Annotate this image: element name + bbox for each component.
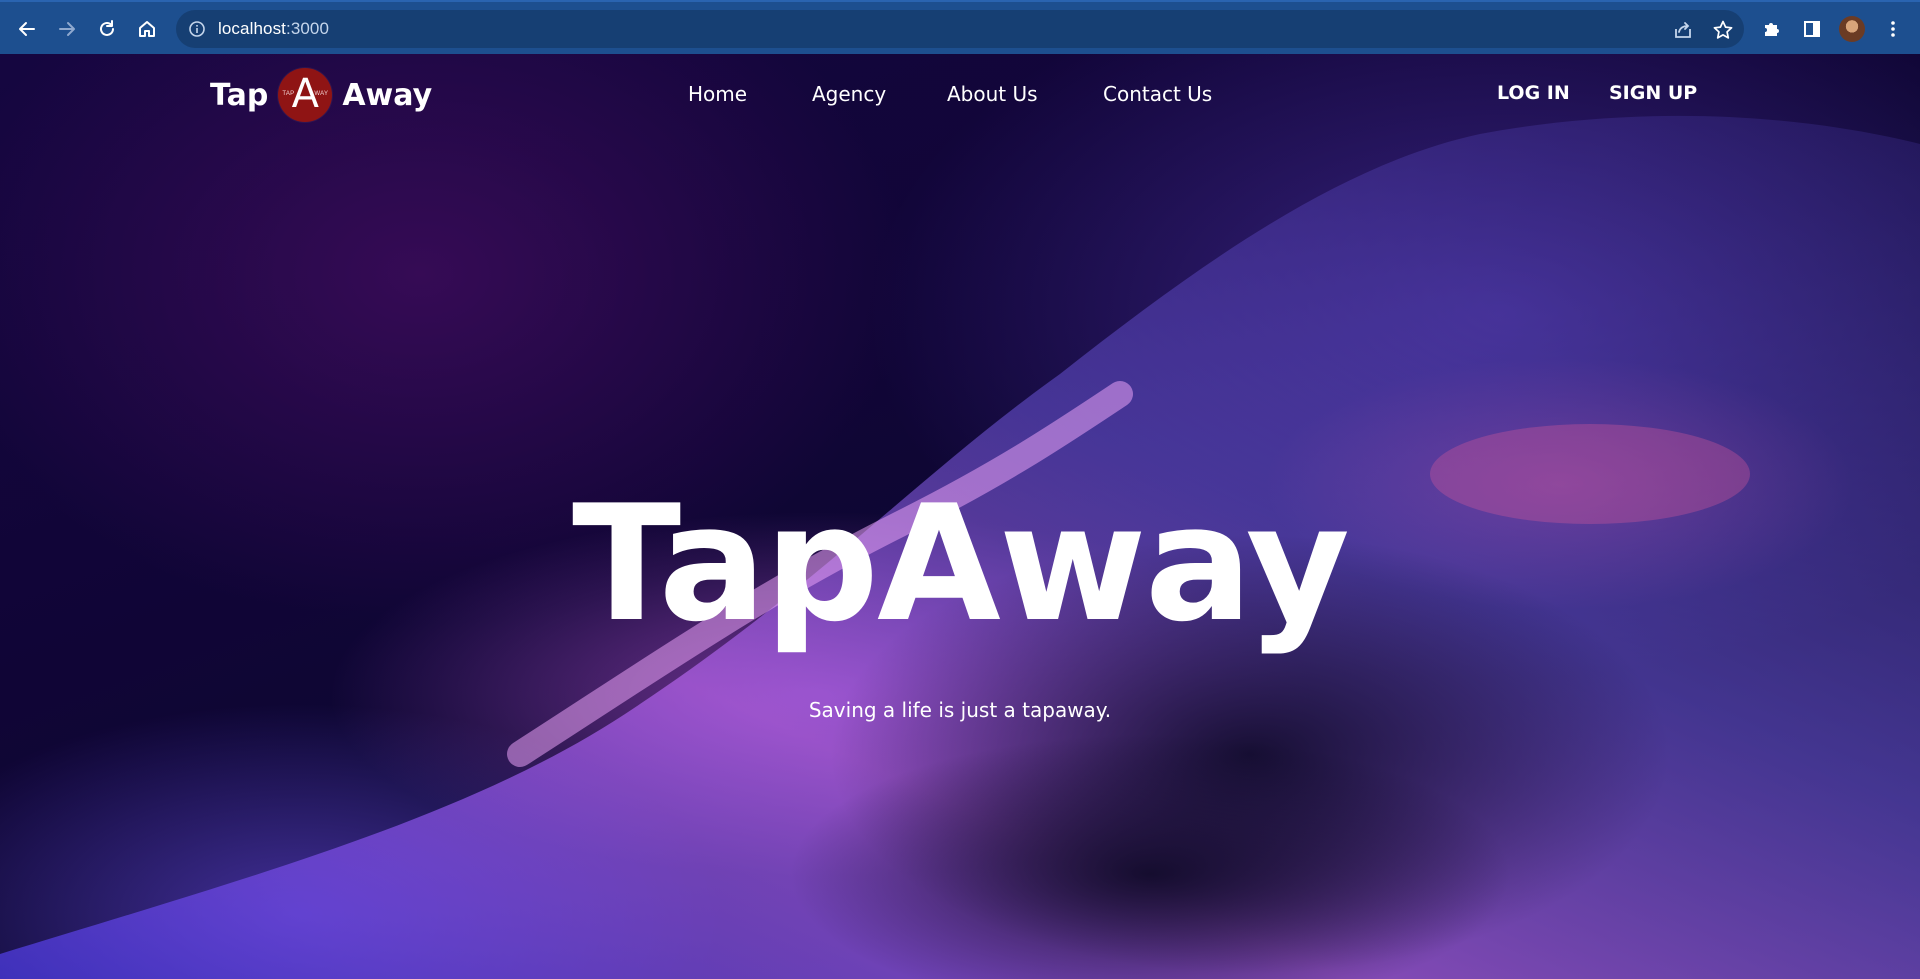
brand-text-right: Away	[342, 77, 433, 113]
url-host: localhost	[218, 19, 286, 38]
side-panel-button[interactable]	[1797, 14, 1827, 44]
browser-menu-button[interactable]	[1878, 14, 1908, 44]
login-button[interactable]: LOG IN	[1497, 82, 1570, 104]
brand-text-left: Tap	[210, 77, 269, 113]
star-icon[interactable]	[1712, 19, 1734, 41]
signup-button[interactable]: SIGN UP	[1609, 82, 1697, 104]
url-text: localhost:3000	[218, 19, 329, 39]
puzzle-icon	[1765, 23, 1779, 36]
info-icon[interactable]	[188, 20, 206, 38]
hero-subtitle: Saving a life is just a tapaway.	[808, 698, 1112, 722]
url-port: :3000	[286, 19, 330, 38]
share-icon[interactable]	[1672, 19, 1694, 41]
arrow-right-icon	[59, 22, 75, 36]
nav-link-agency[interactable]: Agency	[812, 82, 886, 106]
extensions-button[interactable]	[1756, 14, 1786, 44]
brand-logo-link[interactable]: Tap A TAP WAY Away	[210, 66, 432, 124]
reload-button[interactable]	[92, 14, 122, 44]
side-panel-icon	[1804, 21, 1820, 37]
logo-badge: A TAP WAY	[278, 68, 333, 122]
arrow-left-icon	[19, 22, 35, 36]
home-icon	[139, 21, 155, 37]
nav-link-contact-us[interactable]: Contact Us	[1103, 82, 1212, 106]
browser-toolbar: localhost:3000	[0, 0, 1920, 54]
logo-small-right: WAY	[314, 91, 329, 97]
logo-small-left: TAP	[282, 91, 295, 97]
avatar[interactable]	[1839, 16, 1865, 42]
address-bar[interactable]: localhost:3000	[176, 10, 1744, 48]
nav-link-home[interactable]: Home	[688, 82, 747, 106]
nav-link-about-us[interactable]: About Us	[947, 82, 1038, 106]
hero-title: TapAway	[572, 470, 1350, 657]
web-page: Tap A TAP WAY Away Home Agency About Us …	[0, 54, 1920, 979]
reload-icon	[100, 20, 114, 36]
back-button[interactable]	[12, 14, 42, 44]
home-button[interactable]	[132, 14, 162, 44]
kebab-menu-icon	[1891, 21, 1895, 37]
forward-button[interactable]	[52, 14, 82, 44]
